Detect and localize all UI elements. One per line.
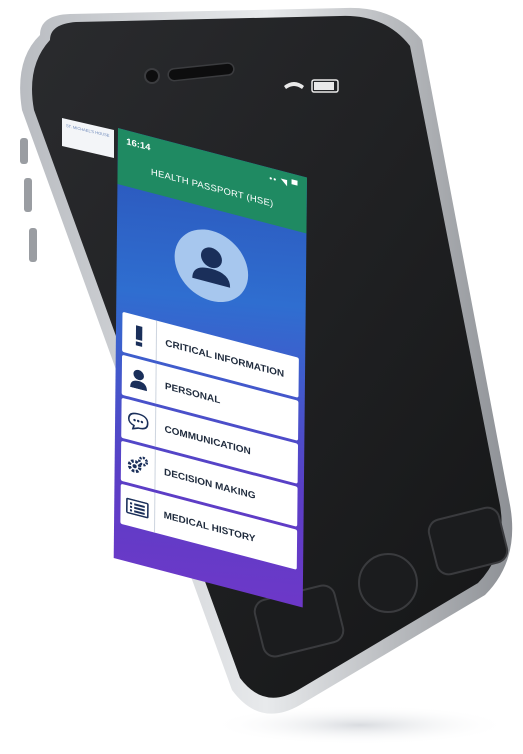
phone-screen: 16:14 •• ◥ ▀ HEALTH PASSPORT (HSE) CRITI…	[113, 128, 307, 608]
person-icon	[192, 247, 231, 288]
person-icon	[121, 354, 157, 404]
menu-list: CRITICAL INFORMATION PERSONAL COMMUNICAT…	[120, 311, 299, 573]
status-icons: •• ◥ ▀	[269, 173, 299, 191]
phone-photo: ST. MICHAEL'S HOUSE 16:14 •• ◥ ▀ HEALTH …	[0, 0, 523, 754]
gears-icon	[120, 440, 156, 490]
status-time: 16:14	[126, 136, 151, 153]
avatar[interactable]	[174, 221, 249, 311]
document-list-icon	[120, 483, 156, 533]
speech-bubble-icon	[121, 397, 157, 447]
exclamation-icon	[122, 311, 158, 361]
